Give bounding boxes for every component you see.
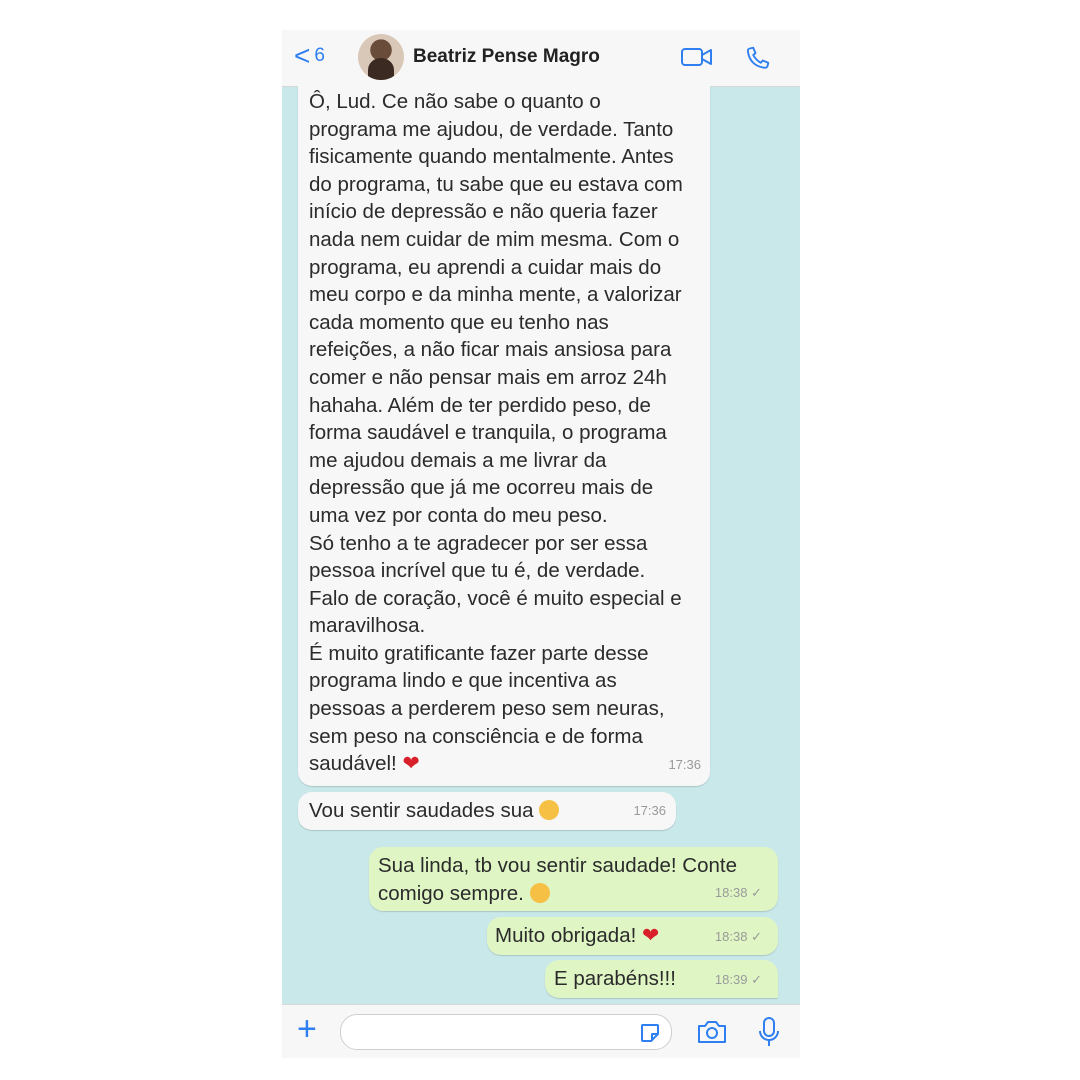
phone-call-icon[interactable] — [742, 44, 772, 79]
video-call-icon[interactable] — [680, 44, 714, 75]
message-bubble-incoming[interactable]: Ô, Lud. Ce não sabe o quanto o programa … — [298, 86, 710, 786]
chat-header: < 6 Beatriz Pense Magro — [282, 30, 800, 87]
avatar[interactable] — [358, 34, 404, 80]
attach-plus-icon[interactable]: + — [297, 1012, 317, 1046]
delivered-check-icon: ✓ — [751, 929, 762, 945]
camera-icon[interactable] — [696, 1018, 728, 1051]
message-time: 17:36 — [633, 803, 666, 819]
message-text: Muito obrigada! — [495, 924, 637, 947]
message-list[interactable]: Ô, Lud. Ce não sabe o quanto o programa … — [282, 86, 800, 1004]
unread-count: 6 — [314, 45, 325, 66]
composer-bar: + — [282, 1004, 800, 1058]
back-chevron-icon: < — [294, 40, 311, 71]
message-input[interactable] — [340, 1014, 672, 1050]
contact-name[interactable]: Beatriz Pense Magro — [413, 46, 600, 68]
delivered-check-icon: ✓ — [751, 885, 762, 901]
message-bubble-outgoing[interactable]: E parabéns!!! 18:39 ✓ — [545, 960, 778, 998]
back-button[interactable]: < 6 — [294, 42, 325, 70]
message-time: 18:38 ✓ — [714, 929, 762, 945]
message-text: Ô, Lud. Ce não sabe o quanto o programa … — [309, 90, 683, 776]
message-time: 18:39 ✓ — [714, 972, 762, 988]
message-bubble-outgoing[interactable]: Muito obrigada! ❤ 18:38 ✓ — [487, 917, 778, 955]
message-bubble-incoming[interactable]: Vou sentir saudades sua 17:36 — [298, 792, 676, 830]
chat-screen: < 6 Beatriz Pense Magro Ô, Lud. Ce não s… — [282, 30, 800, 1058]
red-heart-icon: ❤ — [642, 924, 660, 947]
kissing-face-icon — [529, 882, 550, 903]
red-heart-icon: ❤ — [402, 752, 420, 776]
message-time: 17:36 — [668, 757, 701, 773]
microphone-icon[interactable] — [757, 1015, 781, 1054]
sticker-icon[interactable] — [639, 1022, 661, 1049]
message-text: Vou sentir saudades sua — [309, 799, 534, 822]
crying-face-icon — [539, 800, 560, 820]
message-bubble-outgoing[interactable]: Sua linda, tb vou sentir saudade! Conte … — [369, 847, 778, 911]
message-text: E parabéns!!! — [554, 967, 676, 990]
delivered-check-icon: ✓ — [751, 972, 762, 988]
message-time: 18:38 ✓ — [714, 885, 762, 901]
message-text: Sua linda, tb vou sentir saudade! Conte … — [378, 854, 737, 905]
